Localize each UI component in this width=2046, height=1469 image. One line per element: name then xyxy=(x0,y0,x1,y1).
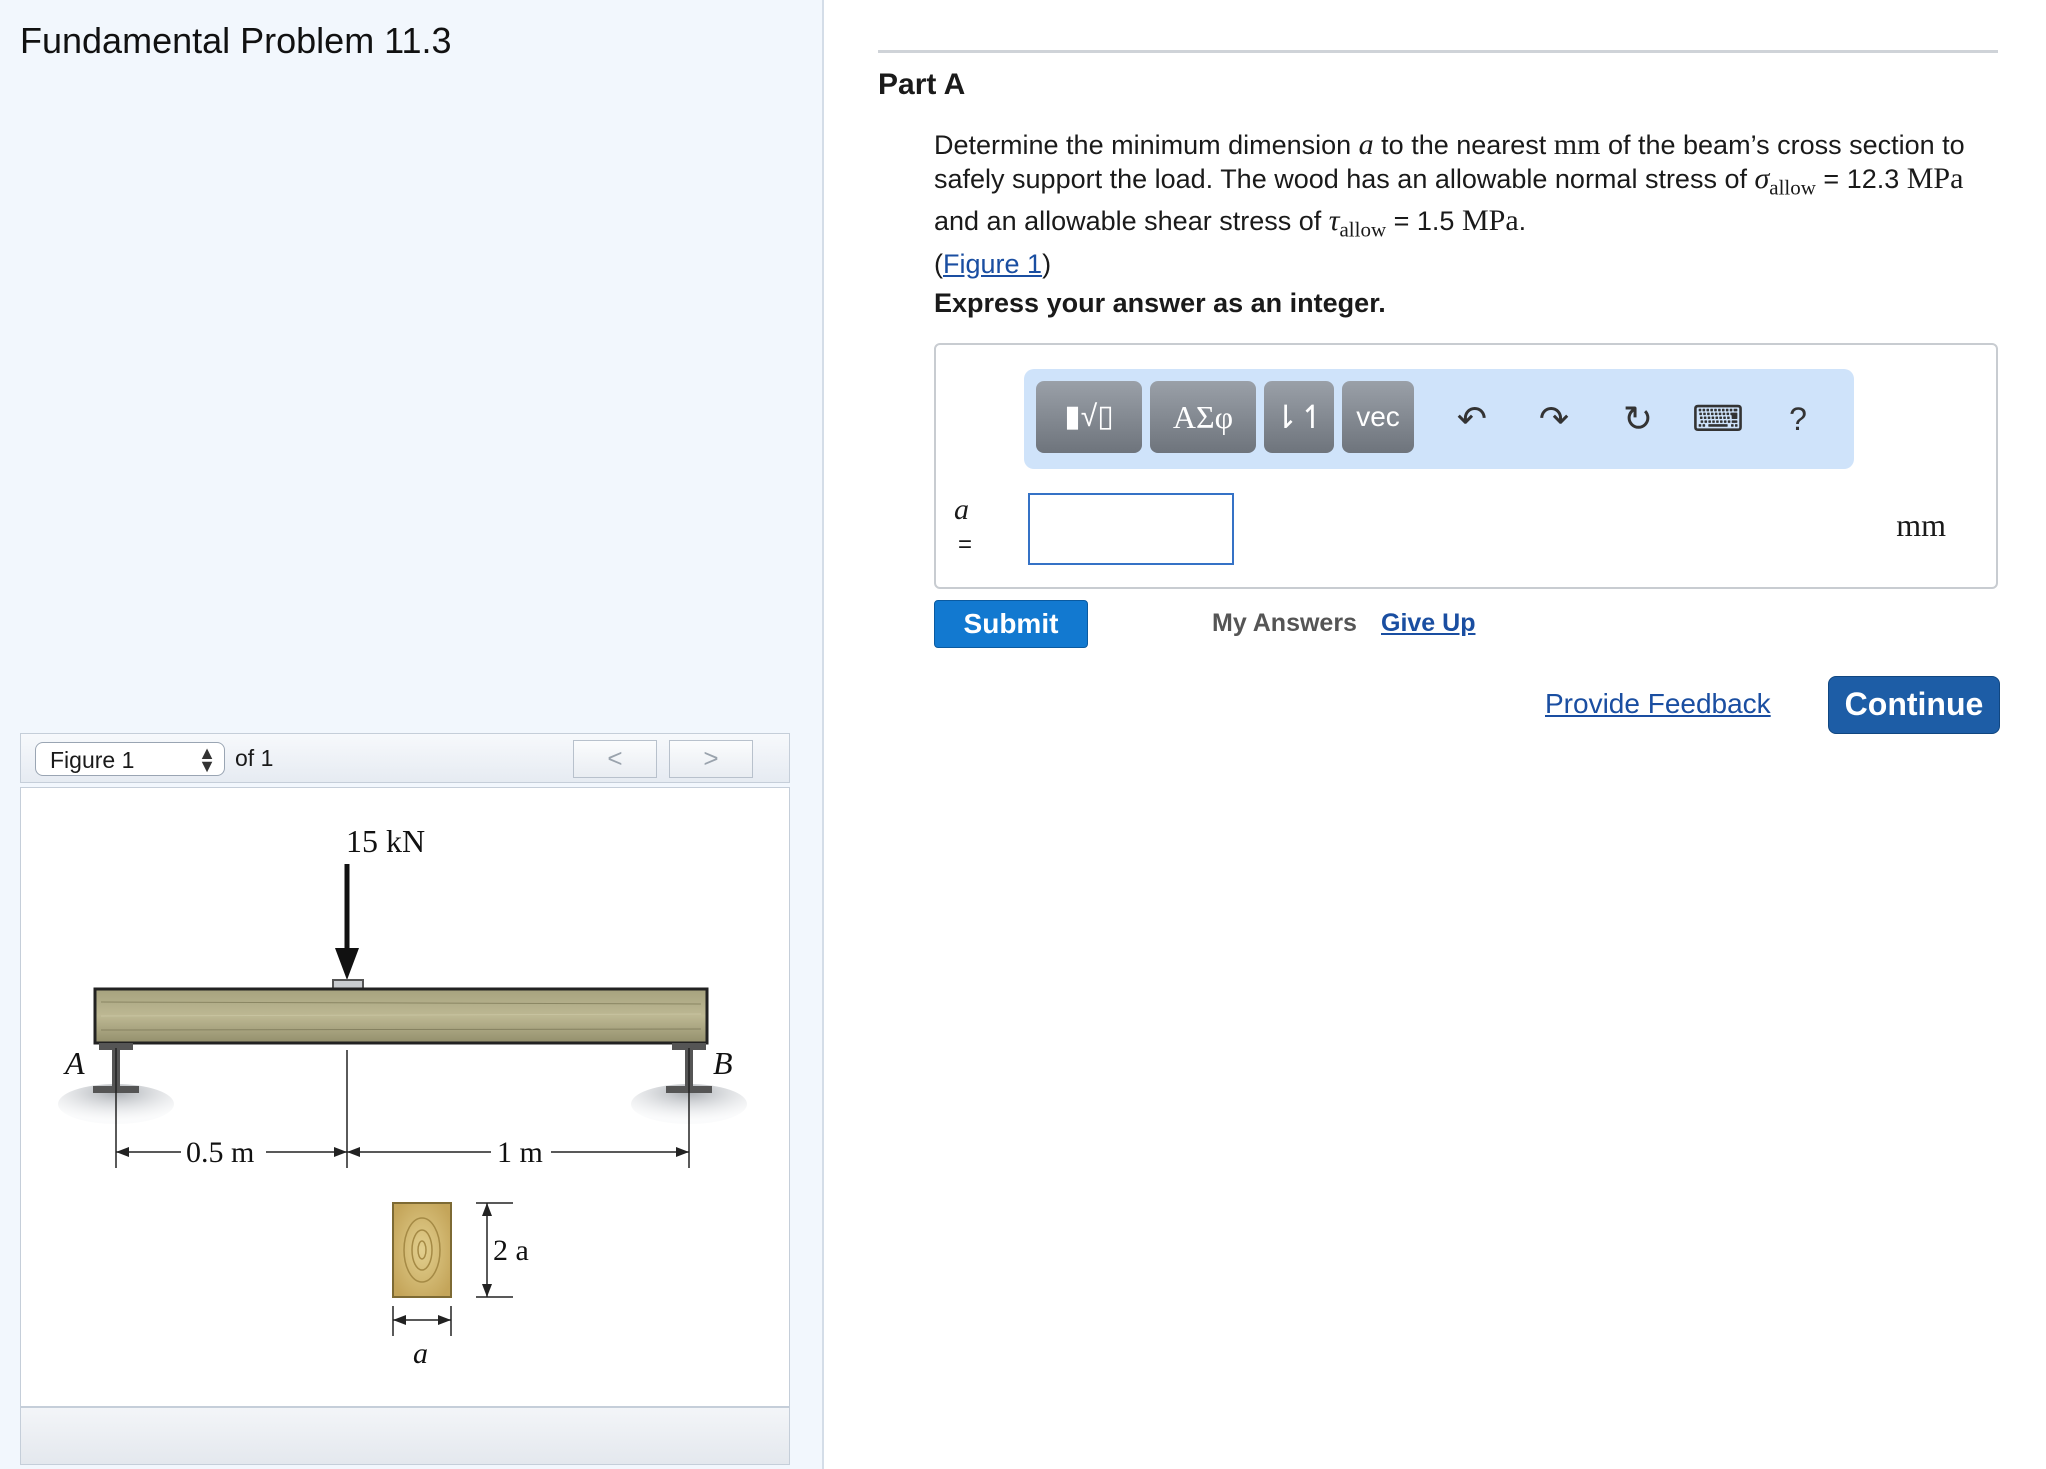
figure-link[interactable]: Figure 1 xyxy=(943,249,1042,279)
answer-equals: = xyxy=(958,531,973,558)
cross-section xyxy=(392,1202,452,1298)
reset-icon[interactable]: ↻ xyxy=(1610,389,1666,449)
answer-box: ▮√▯ ΑΣφ ⇂↿ vec ↶ ↷ ↻ ⌨ ? a = mm xyxy=(934,343,1998,589)
question-prompt: Determine the minimum dimension a to the… xyxy=(934,128,1965,279)
figure-panel: 15 kN A B 0.5 m 1 m 2 a a xyxy=(20,787,790,1407)
height-label: 2 a xyxy=(493,1234,529,1267)
keyboard-icon[interactable]: ⌨ xyxy=(1690,389,1746,449)
select-arrows-icon: ▲ ▼ xyxy=(198,743,216,776)
support-a-label: A xyxy=(63,1045,85,1081)
prev-figure-button[interactable]: < xyxy=(573,740,657,778)
figure-select-value: Figure 1 xyxy=(50,747,135,773)
part-title: Part A xyxy=(878,68,966,101)
left-panel: Fundamental Problem 11.3 Figure 1 ▲ ▼ of … xyxy=(0,0,824,1469)
figure-toolbar: Figure 1 ▲ ▼ of 1 < > xyxy=(20,733,790,783)
continue-button[interactable]: Continue xyxy=(1828,676,2000,734)
answer-unit: mm xyxy=(1896,507,1946,543)
support-b-label: B xyxy=(713,1045,733,1081)
load-arrow-head xyxy=(335,948,359,980)
templates-button[interactable]: ▮√▯ xyxy=(1036,381,1142,453)
redo-icon[interactable]: ↷ xyxy=(1526,389,1582,449)
vec-button[interactable]: vec xyxy=(1342,381,1414,453)
provide-feedback-link[interactable]: Provide Feedback xyxy=(1545,688,1771,720)
load-label: 15 kN xyxy=(346,823,425,859)
give-up-link[interactable]: Give Up xyxy=(1381,609,1475,638)
arrows-button[interactable]: ⇂↿ xyxy=(1264,381,1334,453)
undo-icon[interactable]: ↶ xyxy=(1444,389,1500,449)
answer-input[interactable] xyxy=(1028,493,1234,565)
dim-right-label: 1 m xyxy=(497,1136,543,1169)
answer-instruction: Express your answer as an integer. xyxy=(934,288,1386,318)
figure-footer xyxy=(20,1407,790,1465)
next-figure-button[interactable]: > xyxy=(669,740,753,778)
beam-figure: 15 kN A B 0.5 m 1 m 2 a a xyxy=(58,823,747,1370)
figure-count: of 1 xyxy=(235,745,274,771)
dim-left-label: 0.5 m xyxy=(186,1136,254,1169)
math-toolbar: ▮√▯ ΑΣφ ⇂↿ vec ↶ ↷ ↻ ⌨ ? xyxy=(1024,369,1854,469)
width-label: a xyxy=(413,1337,428,1370)
part-divider xyxy=(878,50,1998,53)
my-answers-link[interactable]: My Answers xyxy=(1212,609,1357,638)
answer-variable: a xyxy=(954,493,969,526)
figure-select[interactable]: Figure 1 ▲ ▼ xyxy=(35,742,225,776)
submit-button[interactable]: Submit xyxy=(934,600,1088,648)
greek-button[interactable]: ΑΣφ xyxy=(1150,381,1256,453)
help-button[interactable]: ? xyxy=(1770,389,1826,449)
problem-title: Fundamental Problem 11.3 xyxy=(20,20,452,61)
